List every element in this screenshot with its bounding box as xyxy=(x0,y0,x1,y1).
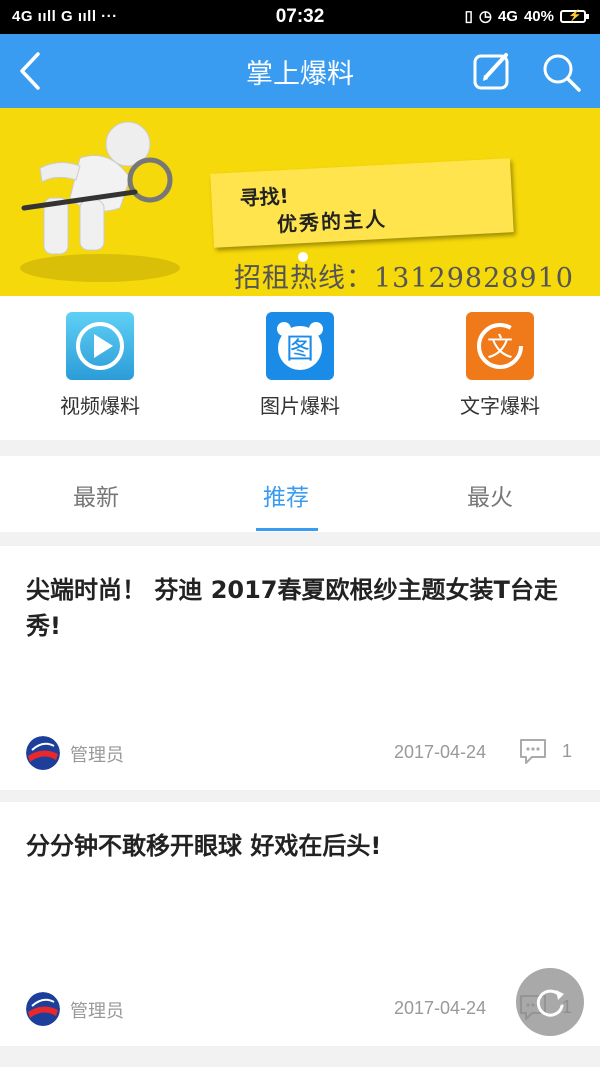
network-label: 4G xyxy=(497,7,518,25)
post-card[interactable]: 分分钟不敢移开眼球 好戏在后头! 管理员 2017-04-24 1 xyxy=(0,802,600,1046)
banner-hotline: 招租热线：13129828910 xyxy=(234,263,574,294)
image-icon: 图 xyxy=(266,312,334,380)
avatar xyxy=(26,736,60,770)
svg-text:图: 图 xyxy=(286,332,314,365)
refresh-icon xyxy=(536,989,564,1017)
sign-line-1: 寻找! xyxy=(238,183,290,211)
video-report-button[interactable]: 视频爆料 xyxy=(0,310,200,428)
image-report-button[interactable]: 图 图片爆料 xyxy=(200,310,400,428)
tab-hottest[interactable]: 最火 xyxy=(430,478,550,512)
quick-actions: 视频爆料 图 图片爆料 文 文字爆料 xyxy=(0,296,600,440)
active-tab-indicator xyxy=(256,528,318,531)
post-date: 2017-04-24 xyxy=(394,998,487,1018)
tab-recommended[interactable]: 推荐 xyxy=(226,478,346,512)
alarm-icon: ◷ xyxy=(478,8,492,25)
text-report-label: 文字爆料 xyxy=(460,394,540,418)
svg-text:文: 文 xyxy=(487,333,513,363)
post-title: 分分钟不敢移开眼球 好戏在后头! xyxy=(26,832,382,860)
post-author: 管理员 xyxy=(70,745,124,766)
header-bar: 掌上爆料 xyxy=(0,34,600,108)
status-right: ▯ ◷ 4G 40% ⚡ xyxy=(464,7,589,25)
image-report-label: 图片爆料 xyxy=(260,394,340,418)
banner-sign: 寻找! 优秀的主人 xyxy=(210,158,514,248)
text-report-button[interactable]: 文 文字爆料 xyxy=(400,310,600,428)
magnifier-figure-illustration xyxy=(20,121,180,282)
play-icon xyxy=(66,312,134,380)
refresh-button[interactable] xyxy=(516,968,584,1036)
post-author: 管理员 xyxy=(70,1001,124,1022)
status-bar: 4G ııll G ııll ··· 07:32 ▯ ◷ 4G 40% ⚡ xyxy=(0,0,600,34)
comment-icon[interactable] xyxy=(518,736,548,766)
sign-line-2: 优秀的主人 xyxy=(276,206,388,237)
avatar xyxy=(26,992,60,1026)
edit-icon xyxy=(473,53,509,90)
battery-percent: 40% xyxy=(523,7,554,25)
search-icon xyxy=(543,54,581,92)
search-button[interactable] xyxy=(540,51,582,93)
post-card[interactable]: 尖端时尚！ 芬迪 2017春夏欧根纱主题女装T台走秀! 管理员 2017-04-… xyxy=(0,546,600,790)
edit-button[interactable] xyxy=(472,51,512,91)
vibrate-icon: ▯ xyxy=(464,8,473,25)
video-report-label: 视频爆料 xyxy=(60,394,140,418)
comment-count: 1 xyxy=(562,741,573,761)
post-date: 2017-04-24 xyxy=(394,742,487,762)
text-icon: 文 xyxy=(466,312,534,380)
tab-latest[interactable]: 最新 xyxy=(36,478,156,512)
promo-banner[interactable]: 寻找! 优秀的主人 招租热线：13129828910 xyxy=(0,108,600,296)
battery-icon: ⚡ xyxy=(560,9,589,23)
feed-tabs: 最新 推荐 最火 xyxy=(0,456,600,532)
post-title: 尖端时尚！ 芬迪 2017春夏欧根纱主题女装T台走秀! xyxy=(26,576,558,640)
